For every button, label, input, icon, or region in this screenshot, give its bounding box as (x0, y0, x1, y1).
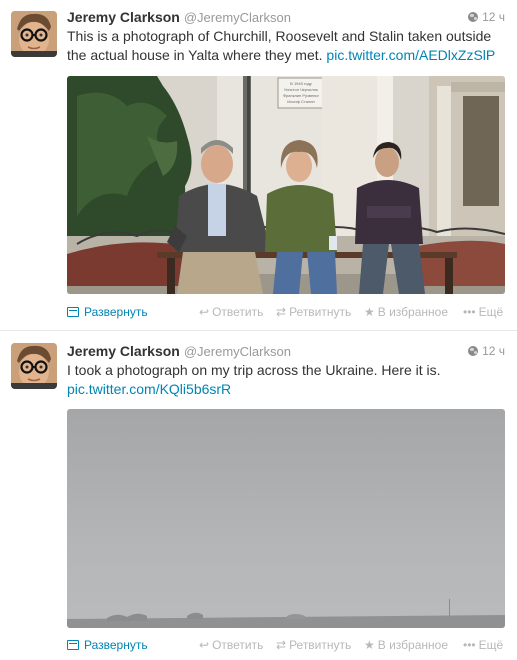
tweet-body: I took a photograph on my trip across th… (67, 362, 441, 378)
avatar[interactable] (11, 11, 57, 57)
avatar[interactable] (11, 343, 57, 389)
photo-card-icon (67, 307, 79, 317)
favorite-label: В избранное (377, 305, 448, 319)
tweet-text: This is a photograph of Churchill, Roose… (67, 27, 507, 65)
retweet-label: Ретвитнуть (289, 638, 352, 652)
timestamp[interactable]: 12 ч (468, 341, 505, 361)
svg-text:Франклин Рузвельт: Франклин Рузвельт (283, 93, 319, 98)
tweet-header: Jeremy Clarkson @JeremyClarkson 12 ч (67, 341, 505, 361)
tweet-text: I took a photograph on my trip across th… (67, 361, 507, 399)
svg-text:Иосиф Сталин: Иосиф Сталин (287, 99, 314, 104)
expand-label: Развернуть (84, 638, 148, 652)
star-icon: ★ (364, 305, 375, 319)
tweet-actions: Развернуть ↩ Ответить ⇄ Ретвитнуть ★ В избр… (67, 304, 507, 320)
retweet-label: Ретвитнуть (289, 305, 352, 319)
tweet-header: Jeremy Clarkson @JeremyClarkson 12 ч (67, 7, 505, 27)
retweet-icon: ⇄ (276, 638, 287, 652)
reply-label: Ответить (212, 305, 264, 319)
dots-icon: ••• (463, 305, 476, 319)
more-label: Ещё (478, 305, 504, 319)
author-name[interactable]: Jeremy Clarkson (67, 9, 180, 25)
author-handle[interactable]: @JeremyClarkson (184, 344, 291, 359)
more-label: Ещё (478, 638, 504, 652)
reply-arrow-icon: ↩ (199, 305, 210, 319)
tweet-photo[interactable]: В 1945 году Уинстон Черчилль Франклин Ру… (67, 76, 505, 294)
more-button[interactable]: ••• Ещё (463, 637, 503, 653)
svg-text:В 1945 году: В 1945 году (290, 81, 312, 86)
tweet-actions: Развернуть ↩ Ответить ⇄ Ретвитнуть ★ В избр… (67, 637, 507, 653)
dots-icon: ••• (463, 638, 476, 652)
expand-button[interactable]: Развернуть (67, 637, 148, 653)
expand-label: Развернуть (84, 305, 148, 319)
tweet-2: Jeremy Clarkson @JeremyClarkson 12 ч I to… (0, 331, 517, 660)
favorite-button[interactable]: ★ В избранное (364, 637, 448, 653)
reply-button[interactable]: ↩ Ответить (199, 304, 263, 320)
favorite-label: В избранное (377, 638, 448, 652)
favorite-button[interactable]: ★ В избранное (364, 304, 448, 320)
more-button[interactable]: ••• Ещё (463, 304, 503, 320)
media-link[interactable]: pic.twitter.com/AEDlxZzSlP (326, 47, 495, 63)
star-icon: ★ (364, 638, 375, 652)
author-handle[interactable]: @JeremyClarkson (184, 10, 291, 25)
time-label: 12 ч (482, 344, 505, 358)
reply-label: Ответить (212, 638, 264, 652)
tweet-photo[interactable] (67, 409, 505, 628)
time-label: 12 ч (482, 10, 505, 24)
timestamp[interactable]: 12 ч (468, 7, 505, 27)
globe-icon (468, 12, 479, 22)
tweet-1: Jeremy Clarkson @JeremyClarkson 12 ч This… (0, 0, 517, 331)
globe-icon (468, 346, 479, 356)
reply-button[interactable]: ↩ Ответить (199, 637, 263, 653)
svg-text:Уинстон Черчилль: Уинстон Черчилль (284, 87, 318, 92)
photo-card-icon (67, 640, 79, 650)
retweet-button[interactable]: ⇄ Ретвитнуть (276, 304, 351, 320)
expand-button[interactable]: Развернуть (67, 304, 148, 320)
author-name[interactable]: Jeremy Clarkson (67, 343, 180, 359)
retweet-icon: ⇄ (276, 305, 287, 319)
retweet-button[interactable]: ⇄ Ретвитнуть (276, 637, 351, 653)
reply-arrow-icon: ↩ (199, 638, 210, 652)
media-link[interactable]: pic.twitter.com/KQli5b6srR (67, 381, 231, 397)
